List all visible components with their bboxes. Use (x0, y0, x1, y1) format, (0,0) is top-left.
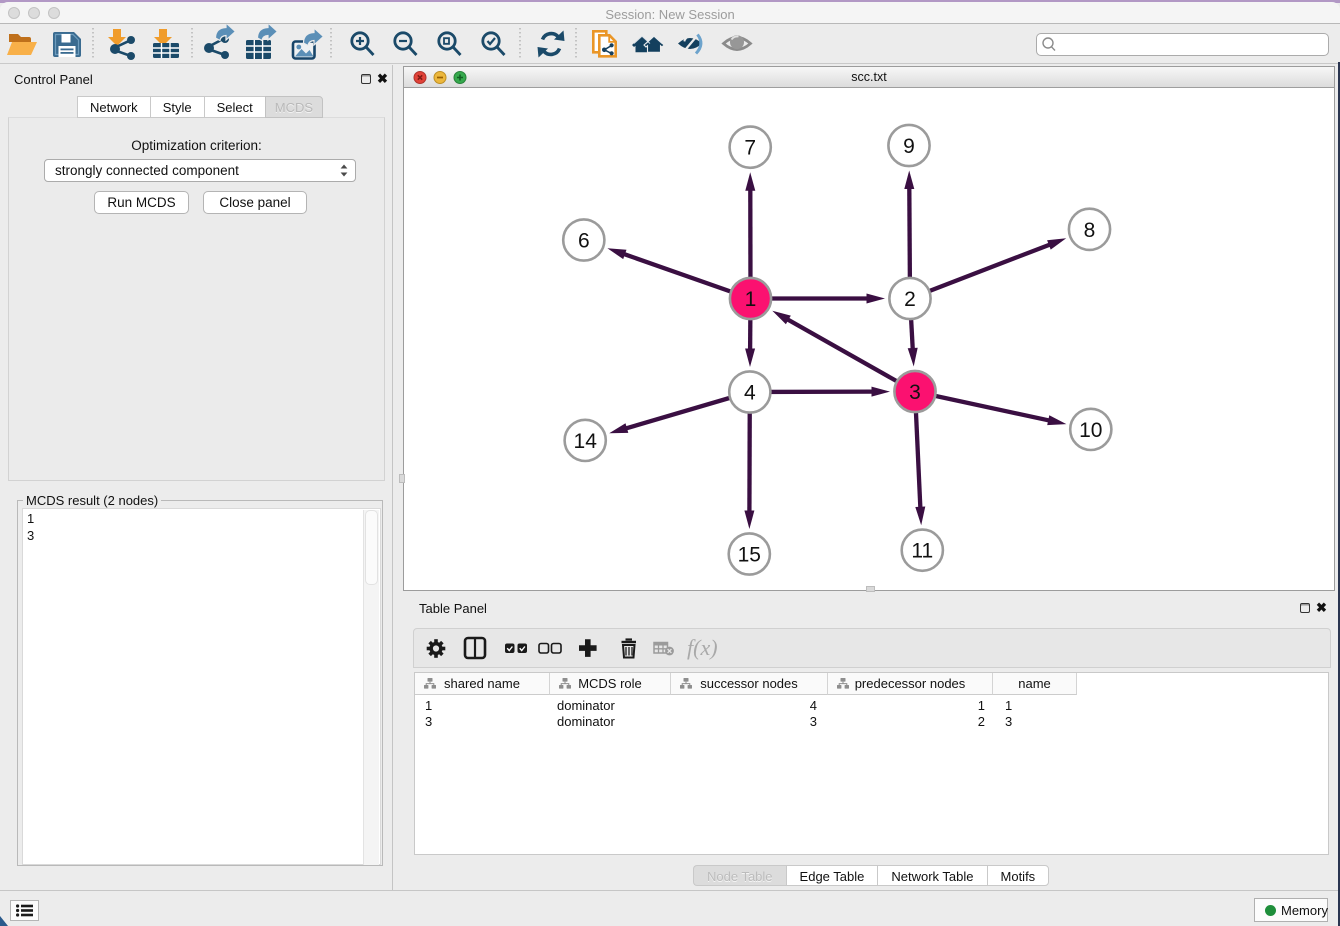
svg-text:14: 14 (574, 430, 598, 453)
svg-text:9: 9 (903, 135, 915, 158)
svg-text:f(x): f(x) (687, 635, 718, 660)
svg-text:6: 6 (578, 230, 590, 253)
svg-text:10: 10 (1079, 419, 1102, 442)
svg-text:7: 7 (744, 137, 756, 160)
svg-text:1: 1 (745, 288, 757, 311)
svg-text:15: 15 (738, 544, 761, 567)
svg-text:8: 8 (1084, 219, 1096, 242)
svg-text:4: 4 (744, 382, 756, 405)
svg-text:11: 11 (911, 540, 933, 563)
svg-text:3: 3 (909, 381, 921, 404)
svg-text:2: 2 (904, 288, 916, 311)
